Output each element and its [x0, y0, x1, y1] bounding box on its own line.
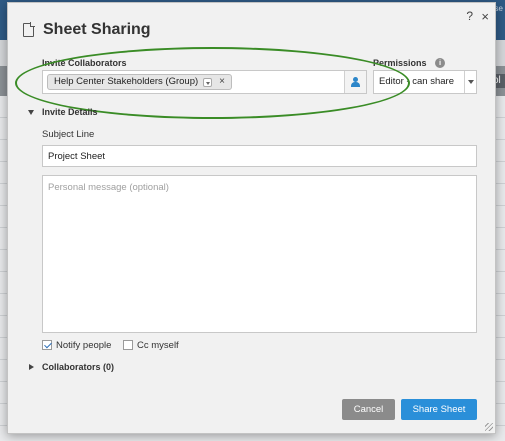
- chevron-down-icon[interactable]: [203, 77, 213, 87]
- permissions-select[interactable]: Editor - can share: [373, 70, 477, 94]
- invite-details-toggle[interactable]: Invite Details: [42, 107, 98, 117]
- expand-right-icon[interactable]: [29, 364, 34, 370]
- invite-collaborators-input[interactable]: Help Center Stakeholders (Group) ×: [42, 70, 367, 94]
- subject-line-input[interactable]: [42, 145, 477, 167]
- sheet-icon: [23, 22, 35, 37]
- notify-people-checkbox[interactable]: [42, 340, 52, 350]
- resize-handle[interactable]: [485, 423, 493, 431]
- expand-down-icon[interactable]: [28, 110, 34, 115]
- collaborator-tag[interactable]: Help Center Stakeholders (Group) ×: [47, 74, 232, 90]
- cc-myself-checkbox[interactable]: [123, 340, 133, 350]
- personal-message-textarea[interactable]: [42, 175, 477, 333]
- contacts-button[interactable]: [344, 71, 366, 93]
- chevron-down-icon[interactable]: [464, 71, 476, 93]
- dialog-header: Sheet Sharing: [23, 21, 151, 39]
- close-button[interactable]: ×: [481, 9, 489, 24]
- remove-tag-icon[interactable]: ×: [219, 75, 225, 89]
- help-button[interactable]: ?: [466, 9, 473, 23]
- share-sheet-button[interactable]: Share Sheet: [401, 399, 477, 420]
- notify-people-label[interactable]: Notify people: [56, 340, 111, 351]
- info-icon[interactable]: i: [435, 58, 445, 68]
- sheet-sharing-dialog: ? × Sheet Sharing Invite Collaborators P…: [7, 2, 496, 434]
- permissions-selected-value: Editor - can share: [379, 76, 454, 87]
- cc-myself-label[interactable]: Cc myself: [137, 340, 179, 351]
- dialog-title: Sheet Sharing: [43, 21, 151, 38]
- permissions-label: Permissions: [373, 58, 427, 68]
- cancel-button[interactable]: Cancel: [342, 399, 395, 420]
- invite-collaborators-label: Invite Collaborators: [42, 58, 127, 68]
- collaborator-tag-label: Help Center Stakeholders (Group): [54, 76, 199, 87]
- subject-line-label: Subject Line: [42, 129, 95, 140]
- collaborators-toggle[interactable]: Collaborators (0): [42, 362, 114, 372]
- person-icon: [351, 77, 360, 87]
